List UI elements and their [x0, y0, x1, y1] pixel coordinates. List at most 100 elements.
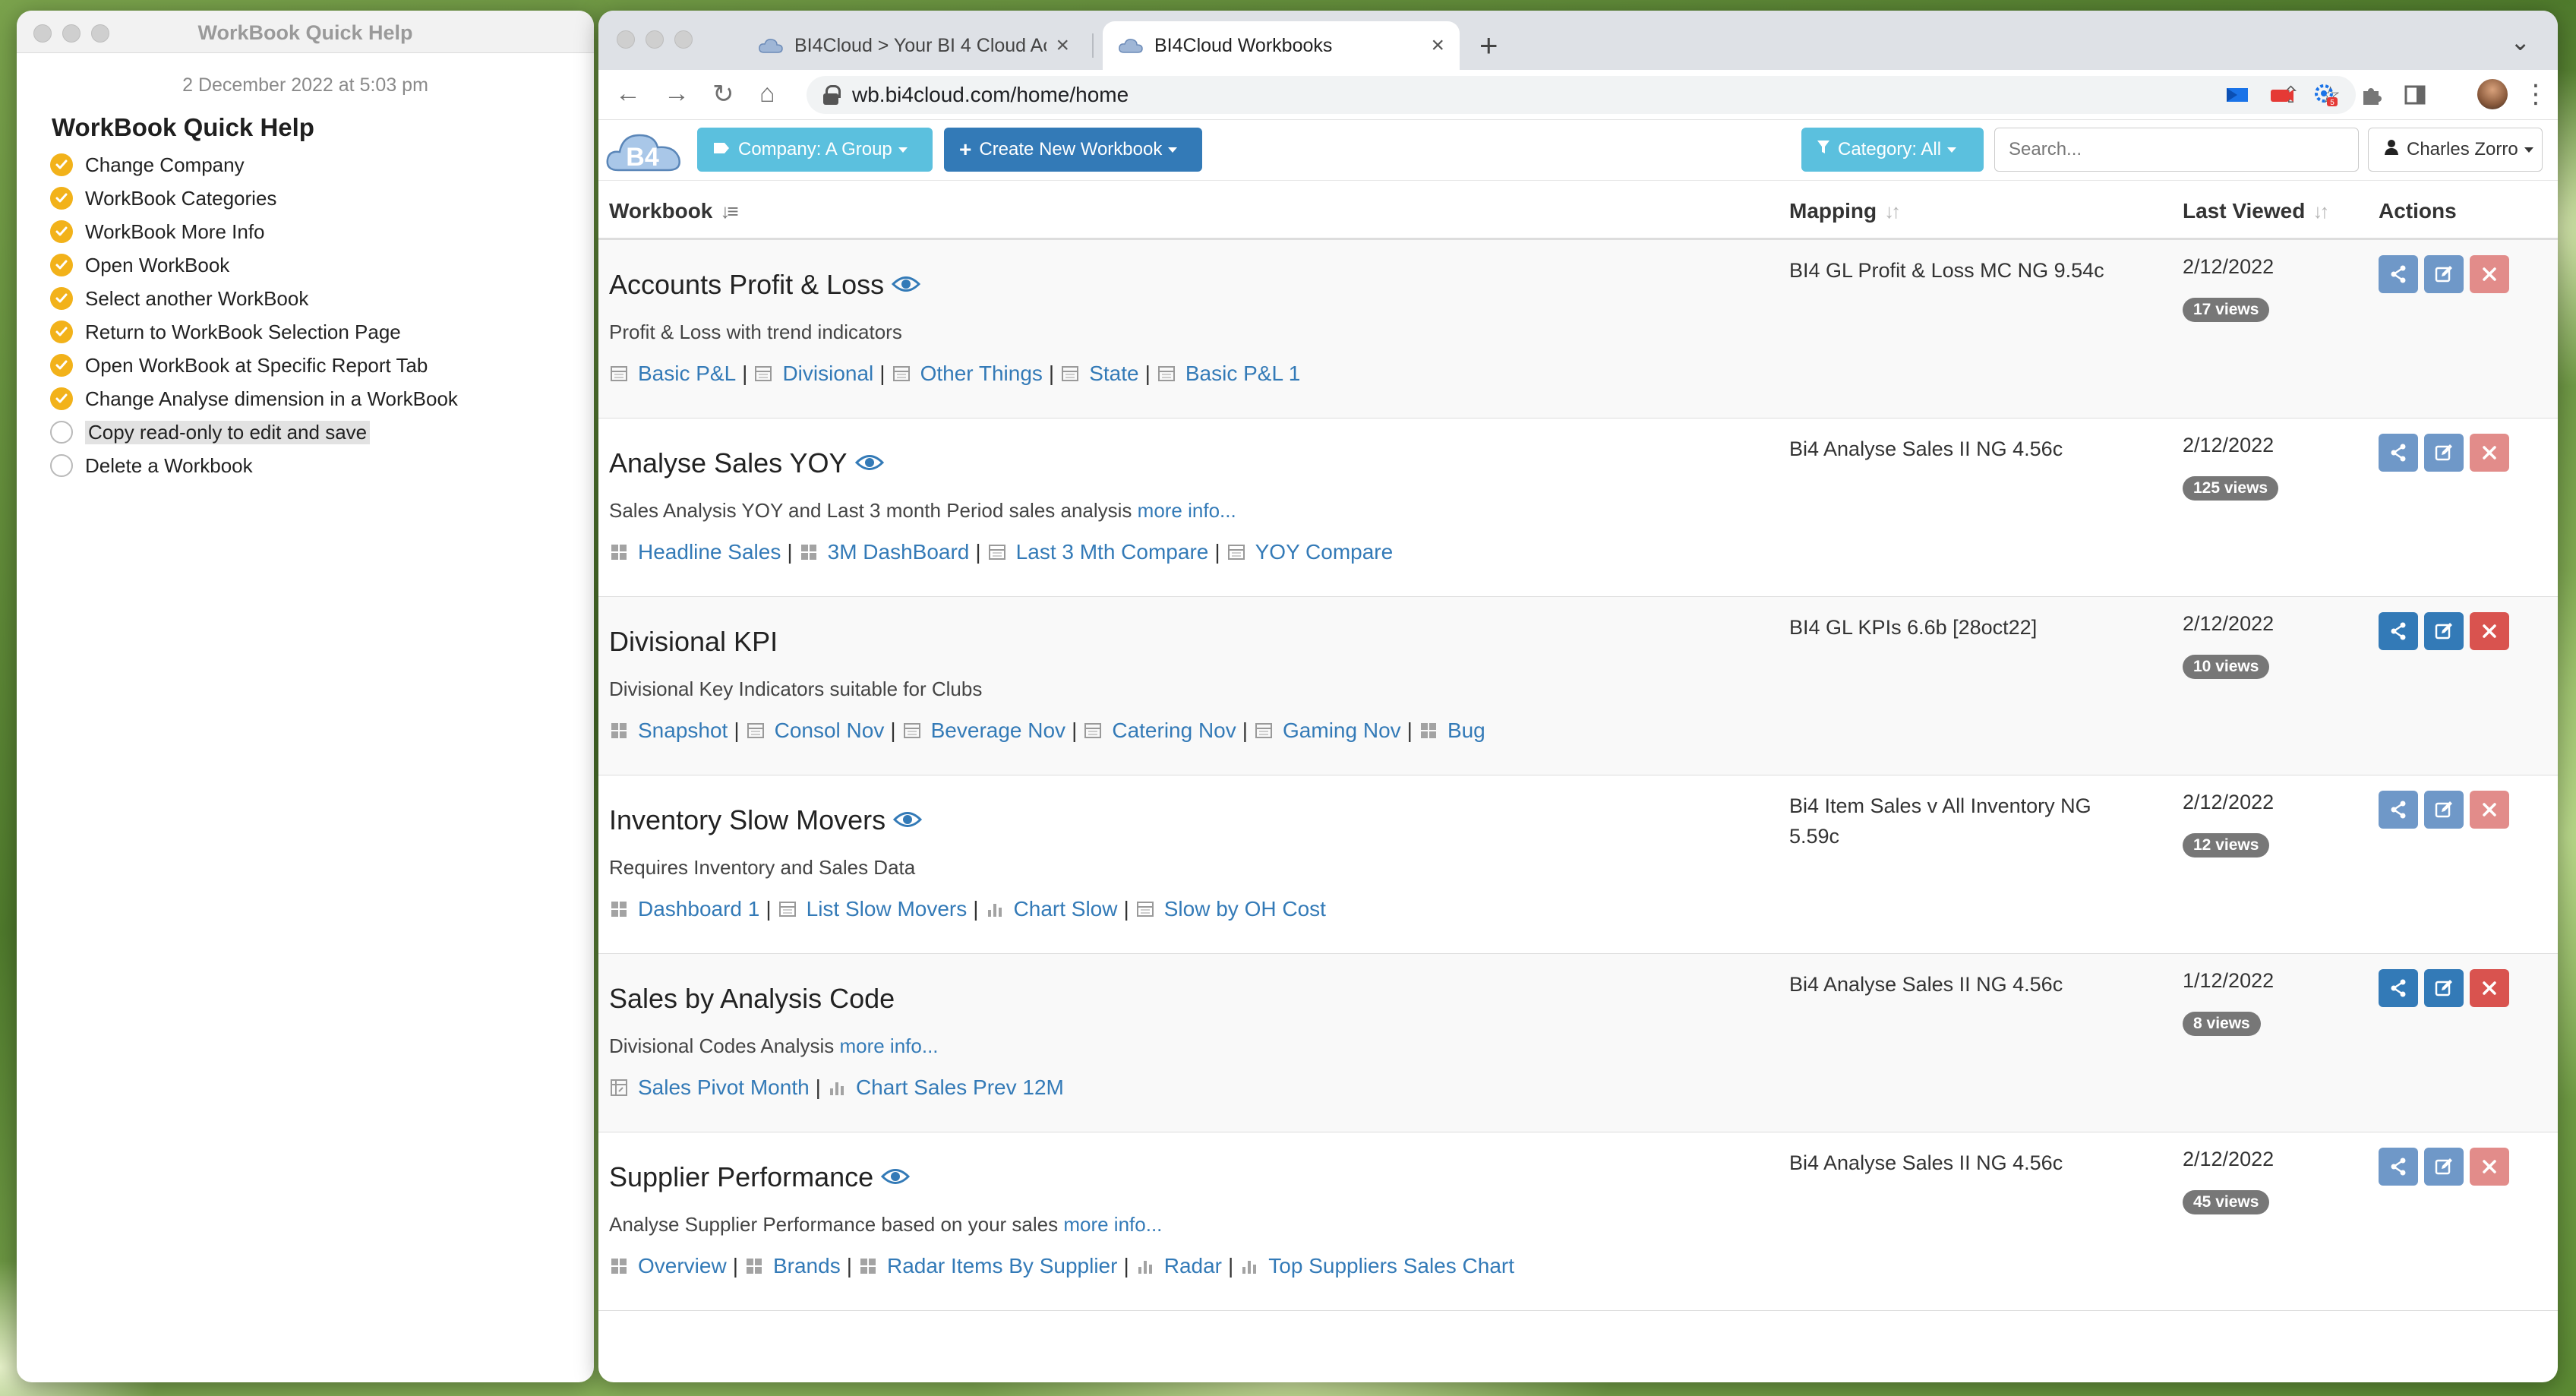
eye-icon[interactable]: [848, 447, 884, 479]
workbook-title[interactable]: Inventory Slow Movers: [609, 804, 923, 836]
workbook-title-text[interactable]: Analyse Sales YOY: [609, 447, 848, 479]
share-button[interactable]: [2379, 1148, 2418, 1186]
report-tab-link[interactable]: Dashboard 1: [609, 897, 759, 921]
help-item[interactable]: Delete a Workbook: [50, 449, 594, 482]
side-panel-icon[interactable]: [2401, 82, 2429, 108]
address-bar[interactable]: wb.bi4cloud.com/home/home ⇪ ☆: [807, 76, 2356, 114]
profile-avatar[interactable]: [2477, 79, 2508, 109]
browser-close-button[interactable]: [617, 30, 635, 49]
report-tab-label[interactable]: Consol Nov: [775, 719, 885, 743]
report-tab-link[interactable]: YOY Compare: [1226, 540, 1394, 564]
report-tab-label[interactable]: Catering Nov: [1112, 719, 1236, 743]
report-tab-link[interactable]: Beverage Nov: [902, 719, 1065, 743]
report-tab-label[interactable]: State: [1089, 362, 1138, 386]
back-arrow-icon[interactable]: ←: [615, 79, 641, 109]
report-tab-link[interactable]: Bug: [1419, 719, 1485, 743]
report-tab-label[interactable]: List Slow Movers: [807, 897, 968, 921]
report-tab-link[interactable]: Other Things: [892, 362, 1043, 386]
report-tab-label[interactable]: Basic P&L 1: [1185, 362, 1300, 386]
workbook-title-text[interactable]: Supplier Performance: [609, 1161, 873, 1193]
report-tab-label[interactable]: Gaming Nov: [1283, 719, 1401, 743]
report-tab-link[interactable]: Basic P&L 1: [1157, 362, 1300, 386]
report-tab-label[interactable]: Last 3 Mth Compare: [1016, 540, 1209, 564]
checkmark-circle-icon[interactable]: [50, 254, 73, 276]
help-item[interactable]: Select another WorkBook: [50, 282, 594, 315]
extension-gear-icon[interactable]: 5: [2312, 82, 2339, 108]
workbook-title-text[interactable]: Divisional KPI: [609, 626, 778, 658]
workbook-title[interactable]: Supplier Performance: [609, 1161, 911, 1193]
forward-arrow-icon[interactable]: →: [664, 79, 690, 109]
extension-camera-icon[interactable]: [2268, 82, 2295, 108]
help-item[interactable]: Change Company: [50, 148, 594, 182]
report-tab-label[interactable]: Radar Items By Supplier: [887, 1254, 1117, 1278]
workbook-title[interactable]: Accounts Profit & Loss: [609, 269, 921, 301]
report-tab-label[interactable]: Sales Pivot Month: [638, 1075, 810, 1100]
tab-search-chevron-icon[interactable]: ⌄: [2510, 27, 2530, 56]
delete-button[interactable]: [2470, 612, 2509, 650]
more-info-link[interactable]: more info...: [839, 1034, 938, 1057]
checkmark-circle-icon[interactable]: [50, 321, 73, 343]
checkmark-circle-icon[interactable]: [50, 354, 73, 377]
sort-alpha-icon[interactable]: ↓≡: [720, 200, 738, 223]
edit-button[interactable]: [2424, 612, 2464, 650]
report-tab-link[interactable]: Top Suppliers Sales Chart: [1239, 1254, 1514, 1278]
report-tab-label[interactable]: Top Suppliers Sales Chart: [1268, 1254, 1514, 1278]
report-tab-link[interactable]: Overview: [609, 1254, 727, 1278]
home-icon[interactable]: ⌂: [759, 79, 775, 109]
extensions-puzzle-icon[interactable]: [2357, 82, 2385, 108]
report-tab-link[interactable]: Radar Items By Supplier: [858, 1254, 1117, 1278]
category-filter-button[interactable]: Category: All: [1801, 128, 1984, 172]
report-tab-label[interactable]: Other Things: [920, 362, 1043, 386]
browser-menu-icon[interactable]: ⋮: [2523, 79, 2549, 109]
tab-bi4cloud-account[interactable]: BI4Cloud > Your BI 4 Cloud Acc ×: [743, 21, 1084, 70]
report-tab-link[interactable]: List Slow Movers: [778, 897, 968, 921]
browser-minimize-button[interactable]: [646, 30, 664, 49]
report-tab-link[interactable]: State: [1060, 362, 1139, 386]
extension-flag-icon[interactable]: [2224, 82, 2251, 108]
report-tab-link[interactable]: Catering Nov: [1083, 719, 1236, 743]
workbook-title[interactable]: Analyse Sales YOY: [609, 447, 884, 479]
report-tab-label[interactable]: Snapshot: [638, 719, 728, 743]
edit-button[interactable]: [2424, 255, 2464, 293]
help-item[interactable]: Return to WorkBook Selection Page: [50, 315, 594, 349]
delete-button[interactable]: [2470, 255, 2509, 293]
column-mapping[interactable]: Mapping ↓↑: [1789, 199, 1901, 223]
column-workbook[interactable]: Workbook ↓≡: [609, 199, 739, 223]
share-button[interactable]: [2379, 255, 2418, 293]
delete-button[interactable]: [2470, 969, 2509, 1007]
sort-icon[interactable]: ↓↑: [2312, 200, 2329, 223]
share-button[interactable]: [2379, 791, 2418, 829]
delete-button[interactable]: [2470, 1148, 2509, 1186]
tab-close-icon[interactable]: ×: [1431, 33, 1444, 58]
report-tab-label[interactable]: Radar: [1164, 1254, 1222, 1278]
checkmark-circle-icon[interactable]: [50, 387, 73, 410]
workbook-title-text[interactable]: Accounts Profit & Loss: [609, 269, 884, 301]
more-info-link[interactable]: more info...: [1138, 499, 1236, 522]
report-tab-label[interactable]: Beverage Nov: [931, 719, 1065, 743]
report-tab-link[interactable]: Basic P&L: [609, 362, 736, 386]
report-tab-link[interactable]: Radar: [1135, 1254, 1222, 1278]
report-tab-link[interactable]: Last 3 Mth Compare: [987, 540, 1209, 564]
search-input[interactable]: [1994, 128, 2359, 172]
report-tab-label[interactable]: Chart Slow: [1014, 897, 1118, 921]
report-tab-link[interactable]: Chart Slow: [985, 897, 1118, 921]
report-tab-link[interactable]: Slow by OH Cost: [1135, 897, 1326, 921]
help-item[interactable]: Open WorkBook: [50, 248, 594, 282]
user-menu-button[interactable]: Charles Zorro: [2368, 128, 2543, 172]
help-item[interactable]: WorkBook More Info: [50, 215, 594, 248]
share-button[interactable]: [2379, 612, 2418, 650]
report-tab-link[interactable]: Brands: [744, 1254, 841, 1278]
column-last-viewed[interactable]: Last Viewed ↓↑: [2183, 199, 2329, 223]
report-tab-label[interactable]: Basic P&L: [638, 362, 736, 386]
new-tab-plus-icon[interactable]: +: [1479, 27, 1498, 64]
report-tab-link[interactable]: Chart Sales Prev 12M: [827, 1075, 1064, 1100]
help-item[interactable]: Change Analyse dimension in a WorkBook: [50, 382, 594, 415]
report-tab-label[interactable]: Headline Sales: [638, 540, 781, 564]
workbook-title[interactable]: Sales by Analysis Code: [609, 983, 895, 1015]
eye-icon[interactable]: [873, 1161, 911, 1193]
report-tab-link[interactable]: 3M DashBoard: [799, 540, 969, 564]
report-tab-label[interactable]: Dashboard 1: [638, 897, 759, 921]
report-tab-label[interactable]: YOY Compare: [1255, 540, 1394, 564]
edit-button[interactable]: [2424, 434, 2464, 472]
empty-circle-icon[interactable]: [50, 454, 73, 477]
